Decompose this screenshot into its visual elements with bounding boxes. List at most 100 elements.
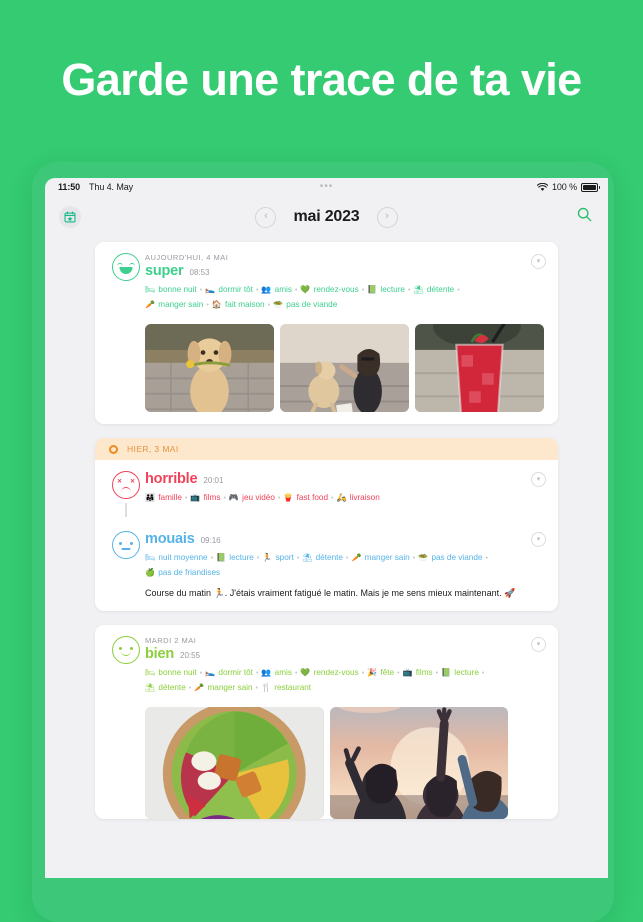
tag-separator: •	[296, 555, 300, 562]
tag-list: 🛏 bonne nuit • 🛌 dormir tôt • 👥 amis • 💚 rende…	[145, 283, 522, 313]
tag-label: lecture	[227, 553, 254, 562]
collapse-entry-button[interactable]: ▾	[531, 637, 546, 652]
tag-item: 🥕 manger sain	[145, 300, 203, 309]
status-bar: 11:50 Thu 4. May ••• 100 %	[45, 178, 608, 196]
entry-time: 09:16	[200, 536, 221, 545]
collapse-entry-button[interactable]: ▾	[531, 532, 546, 547]
calendar-button[interactable]	[59, 206, 81, 228]
tag-separator: •	[277, 495, 281, 502]
entry-time: 20:01	[203, 476, 224, 485]
tag-label: amis	[272, 668, 292, 677]
entry-card[interactable]: HIER, 3 MAI ✕ ✕ horrible 20:01 👨‍👩‍👧 fami…	[95, 438, 558, 611]
tag-separator: •	[361, 670, 365, 677]
tag-separator: •	[223, 495, 226, 502]
tag-item: 🎮 jeu vidéo	[229, 493, 275, 502]
tag-glyph-icon: 🛌	[205, 285, 216, 294]
entry-super[interactable]: AUJOURD'HUI, 4 MAI super 08:53 🛏 bonne n…	[95, 242, 558, 324]
tag-item: 🥕 manger sain	[194, 683, 252, 692]
search-button[interactable]	[577, 207, 592, 227]
tag-label: rendez-vous	[311, 668, 359, 677]
tag-separator: •	[255, 287, 259, 294]
tag-glyph-icon: 📗	[367, 285, 378, 294]
tag-separator: •	[199, 287, 203, 294]
photo-red-iced-drink[interactable]	[415, 324, 544, 412]
photo-puppy-with-flower[interactable]	[145, 324, 274, 412]
photo-salad-bowl[interactable]	[145, 707, 324, 819]
tag-glyph-icon: 🎉	[367, 668, 378, 677]
photo-art	[329, 707, 508, 819]
entry-card[interactable]: AUJOURD'HUI, 4 MAI super 08:53 🛏 bonne n…	[95, 242, 558, 424]
current-month-title: mai 2023	[293, 208, 360, 225]
tag-label: nuit moyenne	[156, 553, 208, 562]
tag-item: 📺 films	[190, 493, 220, 502]
entry-card[interactable]: MARDI 2 MAI bien 20:55 🛏 bonne nuit • 🛌 do…	[95, 625, 558, 819]
entry-mouais[interactable]: mouais 09:16 🛏 nuit moyenne • 📗 lecture • 🏃 …	[95, 528, 558, 611]
tag-item: 💚 rendez-vous	[300, 668, 358, 677]
tag-item: 👥 amis	[261, 668, 292, 677]
tag-separator: •	[361, 287, 365, 294]
tag-separator: •	[294, 287, 298, 294]
photo-art	[280, 324, 409, 412]
tag-glyph-icon: 🛵	[336, 493, 347, 502]
tag-label: famille	[155, 493, 182, 502]
tag-separator: •	[210, 555, 214, 562]
entries-feed: AUJOURD'HUI, 4 MAI super 08:53 🛏 bonne n…	[45, 238, 608, 819]
tag-separator: •	[412, 555, 416, 562]
tag-separator: •	[255, 685, 258, 692]
photo-woman-with-dog[interactable]	[280, 324, 409, 412]
mood-face-x-eyes-frown-icon: ✕ ✕	[112, 471, 140, 499]
collapse-entry-button[interactable]: ▾	[531, 254, 546, 269]
tag-item: 🛌 dormir tôt	[205, 285, 253, 294]
photo-art	[415, 324, 544, 412]
tag-glyph-icon: 📗	[441, 668, 452, 677]
tag-label: bonne nuit	[156, 285, 197, 294]
prev-month-button[interactable]: ‹	[255, 206, 277, 228]
tag-label: fast food	[294, 493, 329, 502]
tag-item: 🎉 fête	[367, 668, 394, 677]
tag-label: dormir tôt	[216, 285, 253, 294]
tag-item: 💚 rendez-vous	[300, 285, 358, 294]
collapse-entry-button[interactable]: ▾	[531, 472, 546, 487]
tablet-screen: 11:50 Thu 4. May ••• 100 % ‹ mai 2023 › …	[45, 178, 608, 878]
tag-label: fête	[378, 668, 395, 677]
tag-separator: •	[188, 685, 192, 692]
tag-item: 🥗 pas de viande	[273, 300, 337, 309]
tag-label: films	[201, 493, 221, 502]
tag-label: fait maison	[222, 300, 265, 309]
tag-item: 🛵 livraison	[336, 493, 379, 502]
next-month-button[interactable]: ›	[376, 206, 398, 228]
tag-item: ⛱ détente	[413, 285, 454, 294]
entry-time: 08:53	[189, 268, 210, 277]
tag-item: ⛱ détente	[302, 553, 343, 562]
tag-glyph-icon: 🏠	[211, 300, 222, 309]
entry-date-label: AUJOURD'HUI, 4 MAI	[145, 253, 229, 262]
tag-label: bonne nuit	[156, 668, 197, 677]
tag-glyph-icon: ⛱	[413, 285, 424, 294]
tag-separator: •	[255, 670, 259, 677]
entry-bien[interactable]: MARDI 2 MAI bien 20:55 🛏 bonne nuit • 🛌 do…	[95, 625, 558, 707]
calendar-star-icon	[64, 211, 76, 223]
entry-date-label: MARDI 2 MAI	[145, 636, 197, 645]
tag-glyph-icon: 🛏	[145, 285, 156, 294]
tag-item: 📺 films	[403, 668, 433, 677]
tag-item: 📗 lecture	[367, 285, 405, 294]
tag-item: 👨‍👩‍👧 famille	[145, 493, 182, 502]
tag-separator: •	[408, 287, 411, 294]
tag-glyph-icon: 🛌	[205, 668, 216, 677]
day-header-label: HIER, 3 MAI	[127, 444, 179, 454]
tag-separator: •	[435, 670, 439, 677]
entry-horrible[interactable]: ✕ ✕ horrible 20:01 👨‍👩‍👧 famille • 📺 films •…	[95, 460, 558, 528]
entry-time: 20:55	[180, 651, 201, 660]
photo-art	[145, 324, 274, 412]
tag-label: pas de viande	[284, 300, 338, 309]
tag-label: sport	[273, 553, 294, 562]
tag-glyph-icon: 💚	[300, 668, 311, 677]
tag-glyph-icon: ⛱	[145, 683, 156, 692]
tag-glyph-icon: 👥	[261, 285, 272, 294]
tag-glyph-icon: 🛏	[145, 668, 156, 677]
tag-glyph-icon: 🍟	[283, 493, 294, 502]
tag-separator: •	[481, 670, 485, 677]
avatar-column: ✕ ✕	[107, 471, 145, 517]
photo-friends-at-sunset[interactable]	[329, 707, 508, 819]
tag-item: 🍟 fast food	[283, 493, 328, 502]
